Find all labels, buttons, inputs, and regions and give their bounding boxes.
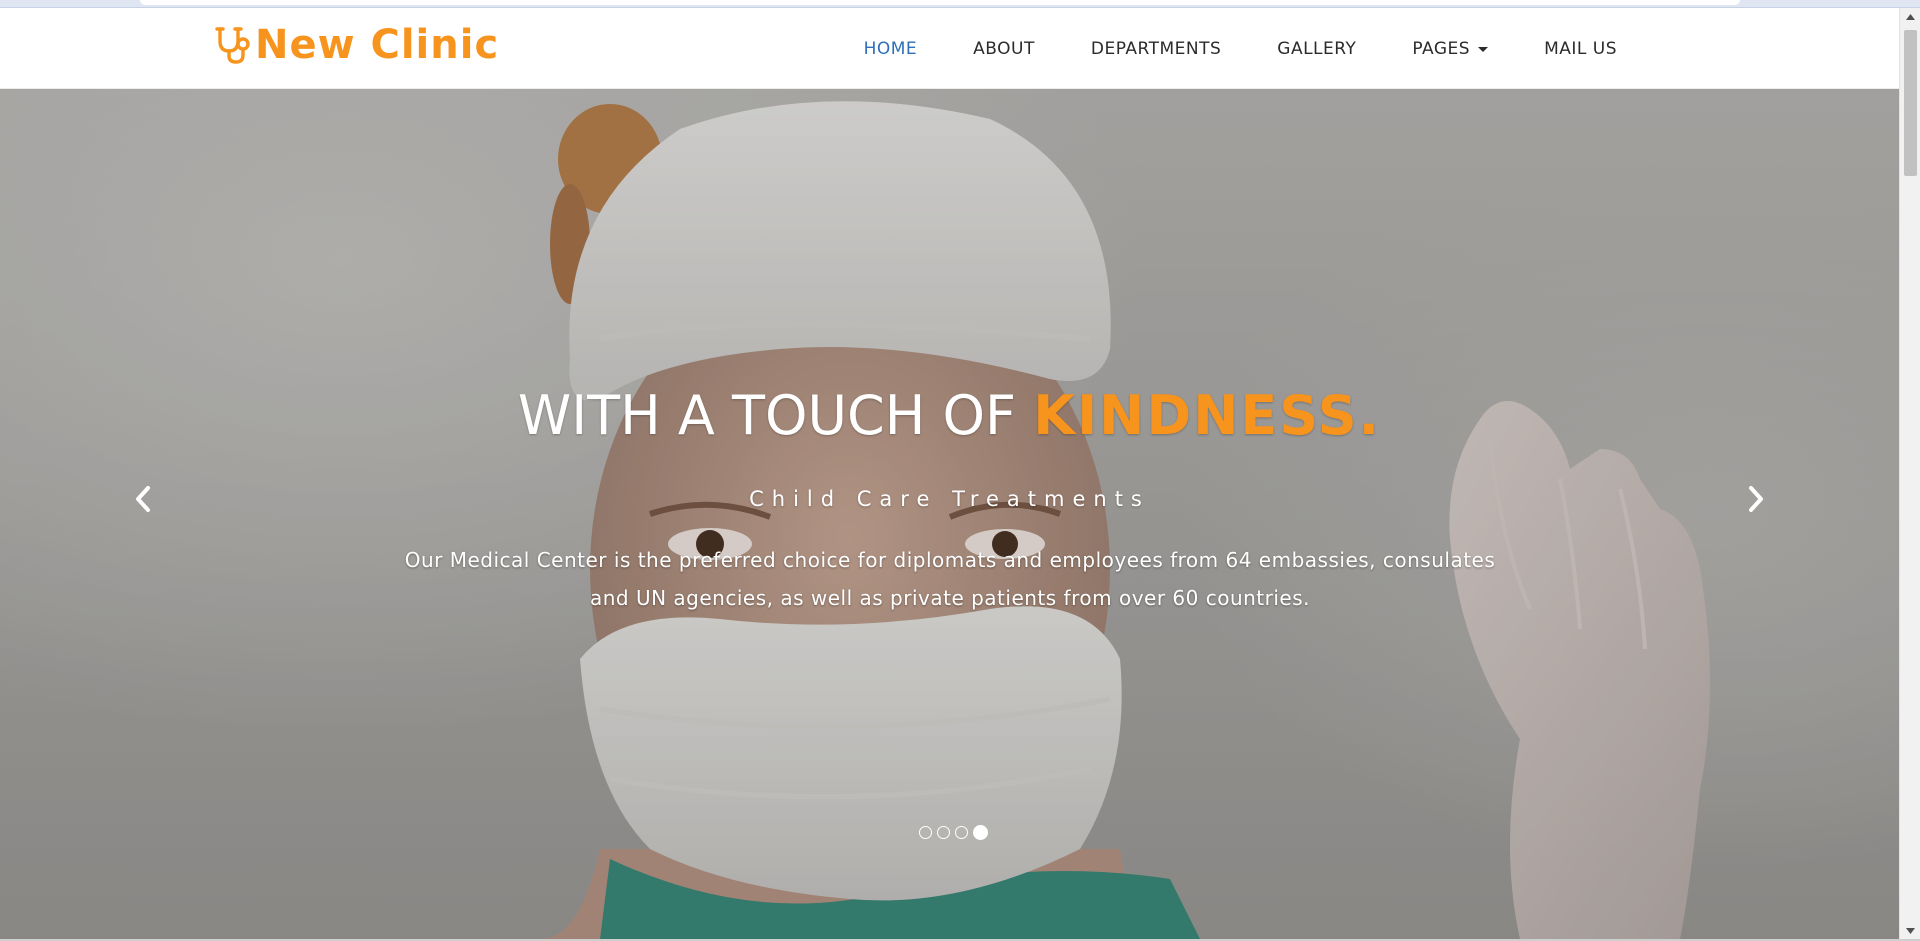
carousel-indicator-active[interactable] <box>973 825 988 840</box>
carousel-indicators <box>0 825 1899 840</box>
hero-description: Our Medical Center is the preferred choi… <box>404 548 1496 610</box>
nav-item-departments[interactable]: DEPARTMENTS <box>1091 39 1221 59</box>
nav-label: DEPARTMENTS <box>1090 38 1222 59</box>
brand-logo-link[interactable]: New Clinic <box>215 20 499 70</box>
hero-caption: WITH A TOUCH OF KINDNESS. Child Care Tre… <box>0 89 1899 939</box>
browser-top-strip <box>0 0 1920 8</box>
carousel-indicator[interactable] <box>955 826 968 839</box>
nav-item-mail-us[interactable]: MAIL US <box>1544 39 1617 59</box>
stethoscope-icon <box>215 25 253 65</box>
carousel-indicator[interactable] <box>919 826 932 839</box>
nav-item-gallery[interactable]: GALLERY <box>1277 39 1356 59</box>
nav-item-pages[interactable]: PAGES <box>1412 38 1489 59</box>
navbar: New Clinic HOME ABOUT DEPARTMENTS GALLER… <box>0 8 1899 89</box>
brand-name: New Clinic <box>255 22 500 68</box>
arrow-up-icon <box>1906 13 1915 20</box>
caret-down-icon <box>1478 47 1489 52</box>
address-bar-edge <box>140 0 1740 5</box>
chevron-left-icon <box>136 486 150 512</box>
nav-item-about[interactable]: ABOUT <box>973 39 1035 59</box>
arrow-down-icon <box>1906 927 1915 934</box>
page-scrollbar[interactable] <box>1899 8 1920 939</box>
hero-headline: WITH A TOUCH OF KINDNESS. <box>0 384 1899 447</box>
hero-subheadline: Child Care Treatments <box>749 487 1150 511</box>
carousel-indicator[interactable] <box>937 826 950 839</box>
nav-item-home[interactable]: HOME <box>864 39 918 59</box>
chevron-right-icon <box>1749 486 1763 512</box>
nav-label: HOME <box>863 38 918 59</box>
headline-accent: KINDNESS. <box>1033 384 1382 447</box>
page-viewport: New Clinic HOME ABOUT DEPARTMENTS GALLER… <box>0 8 1899 939</box>
scroll-down-button[interactable] <box>1900 922 1920 939</box>
nav-label: ABOUT <box>973 38 1035 59</box>
carousel-prev-button[interactable] <box>123 479 163 519</box>
nav-label: MAIL US <box>1544 38 1617 59</box>
hero-carousel: WITH A TOUCH OF KINDNESS. Child Care Tre… <box>0 89 1899 939</box>
nav-label: GALLERY <box>1277 38 1357 59</box>
nav-label: PAGES <box>1412 38 1471 59</box>
scrollbar-thumb[interactable] <box>1904 30 1917 176</box>
carousel-next-button[interactable] <box>1736 479 1776 519</box>
headline-text: WITH A TOUCH OF <box>517 384 1034 447</box>
main-nav: HOME ABOUT DEPARTMENTS GALLERY PAGES MAI… <box>808 8 1617 89</box>
scroll-up-button[interactable] <box>1900 8 1920 25</box>
